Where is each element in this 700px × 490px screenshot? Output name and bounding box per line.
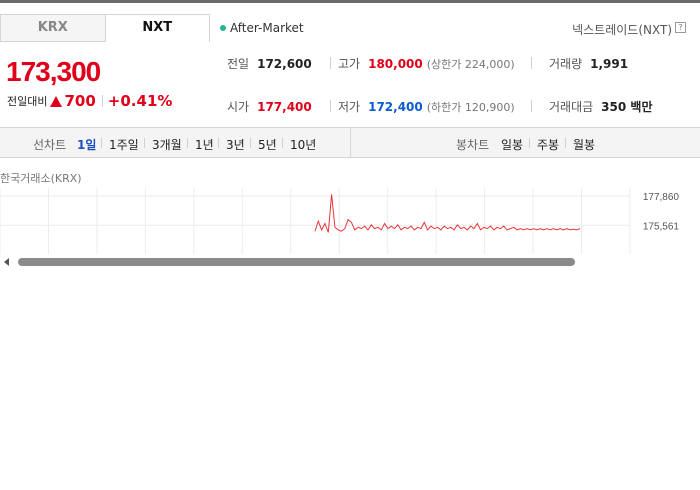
stat-label: 전일 [227,57,250,71]
stat-high: 고가 180,000 (상한가 224,000) [338,55,515,72]
session-label: After-Market [230,21,304,35]
chart-y-tick-label: 175,561 [643,221,680,232]
chart-title: 한국거래소(KRX) [0,172,82,185]
period-3m[interactable]: 3개월 [152,136,182,153]
toolbar-divider [350,128,351,158]
separator [250,138,251,148]
up-triangle-icon [50,95,63,107]
period-1y[interactable]: 1년 [195,136,214,153]
current-price: 173,300 [6,56,101,87]
tab-underline [0,41,104,42]
chart-y-tick-label: 177,860 [643,192,680,203]
session-status: After-Market [220,21,304,35]
chart-grid [0,188,631,254]
stat-label: 고가 [338,57,361,71]
tab-nxt[interactable]: NXT [105,14,210,42]
chart-toolbar: 선차트 1일 1주일 3개월 1년 3년 5년 10년 봉차트 일봉 주봉 월봉 [0,128,700,158]
period-5y[interactable]: 5년 [258,136,277,153]
scroll-thumb[interactable] [18,258,575,266]
help-icon[interactable]: ? [675,22,686,33]
stat-prev-close: 전일 172,600 [227,55,312,72]
period-daily[interactable]: 일봉 [501,136,523,153]
line-chart-label: 선차트 [33,138,67,152]
separator [101,138,102,148]
stat-low: 저가 172,400 (하한가 120,900) [338,98,515,115]
stat-label: 시가 [227,100,250,114]
change-label: 전일대비 [7,95,48,108]
upper-limit: (상한가 224,000) [426,57,515,71]
top-border [0,0,700,3]
chart-series [314,194,581,233]
stat-amount: 거래대금 350 백만 [549,98,652,115]
stat-value: 350 백만 [601,100,653,114]
exchange-tabs: KRX NXT [0,14,210,42]
separator [144,138,145,148]
period-weekly[interactable]: 주봉 [537,136,559,153]
stat-value: 180,000 [368,56,423,71]
separator [101,95,103,107]
stat-value: 172,600 [257,56,312,71]
chart-svg: 177,860 175,561 [0,188,680,254]
separator [531,57,532,69]
period-10y[interactable]: 10년 [290,136,316,153]
stat-label: 거래대금 [549,100,594,114]
price-change: 전일대비 700 +0.41% [7,92,172,110]
separator [529,138,530,148]
period-monthly[interactable]: 월봉 [573,136,595,153]
stat-label: 거래량 [549,57,583,71]
stat-label: 저가 [338,100,361,114]
status-dot-icon [220,25,226,31]
chart-series-line [314,194,581,233]
separator [330,57,331,69]
stat-open: 시가 177,400 [227,98,312,115]
stat-value: 172,400 [368,99,423,114]
chart-scrollbar[interactable] [0,254,700,270]
period-3y[interactable]: 3년 [226,136,245,153]
separator [282,138,283,148]
separator [531,100,532,112]
price-chart: 177,860 175,561 [0,188,700,254]
separator [218,138,219,148]
separator [330,100,331,112]
chart-y-ticks: 177,860 175,561 [643,192,680,232]
stat-value: 1,991 [590,56,629,71]
stat-volume: 거래량 1,991 [549,55,628,72]
change-amount: 700 [64,92,96,110]
tab-krx[interactable]: KRX [0,14,106,42]
candle-chart-label: 봉차트 [456,138,490,152]
scroll-left-icon[interactable] [4,258,9,266]
change-percent: +0.41% [107,92,173,110]
lower-limit: (하한가 120,900) [426,100,515,114]
separator [187,138,188,148]
market-name: 넥스트레이드(NXT) [572,23,672,37]
period-1w[interactable]: 1주일 [109,136,139,153]
separator [565,138,566,148]
period-1d[interactable]: 1일 [77,136,96,153]
stat-value: 177,400 [257,99,312,114]
